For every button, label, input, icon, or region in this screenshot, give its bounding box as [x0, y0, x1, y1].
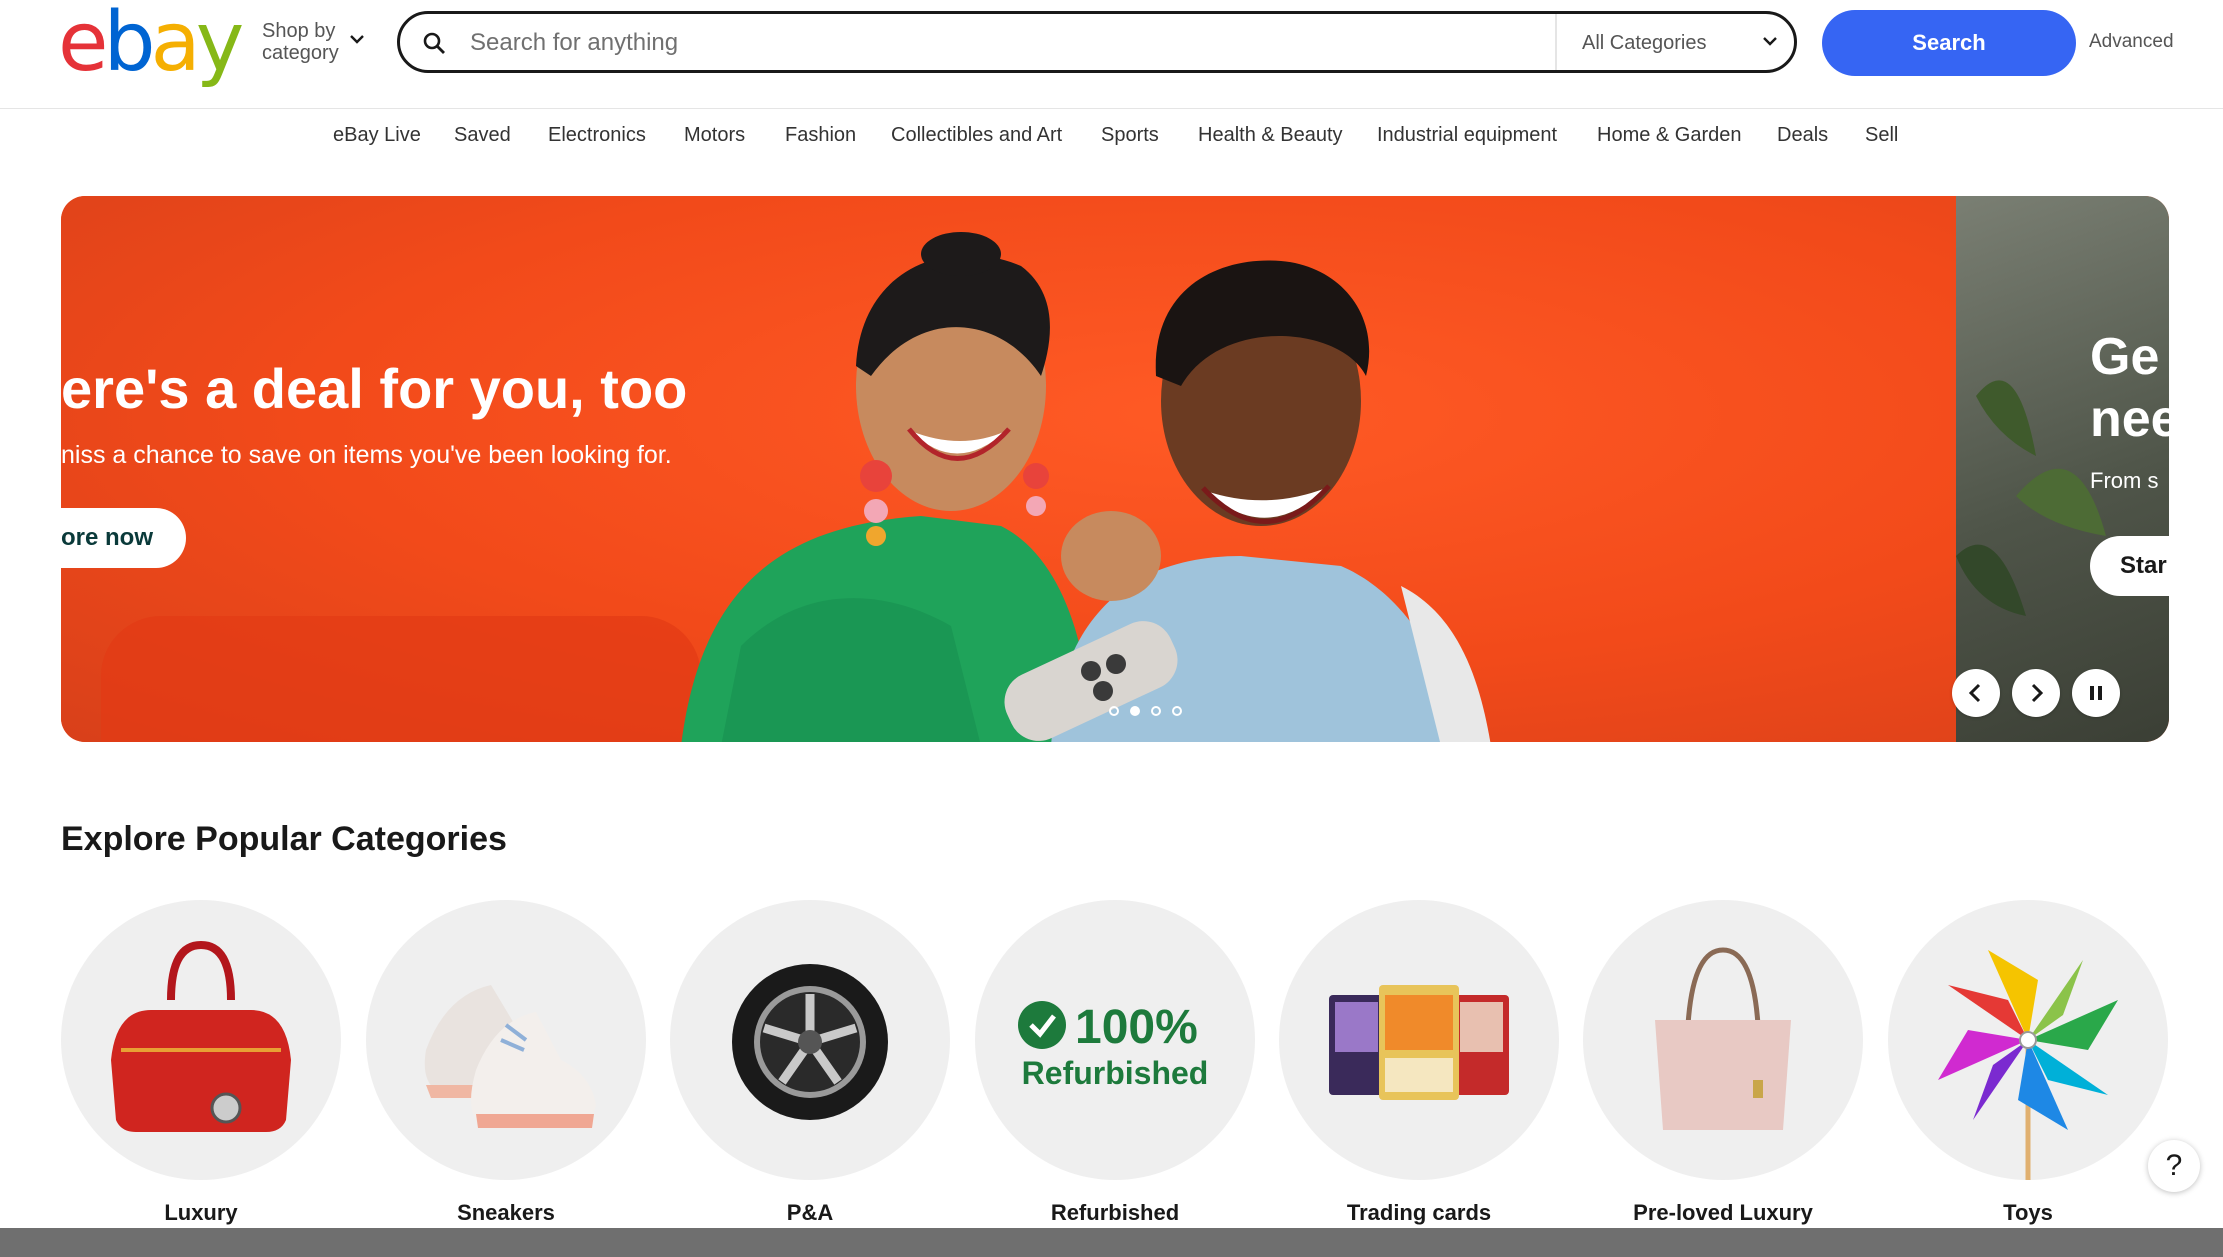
shop-by-category-label: Shop by category — [262, 20, 339, 64]
nav-item-motors[interactable]: Motors — [684, 124, 745, 147]
pink-tote-bag-icon — [1655, 947, 1791, 1130]
ebay-logo[interactable]: ebay — [58, 2, 244, 84]
nav-item-saved[interactable]: Saved — [454, 124, 511, 147]
nav-item-sell[interactable]: Sell — [1865, 124, 1898, 147]
search-button[interactable]: Search — [1822, 10, 2076, 76]
chevron-down-icon — [1763, 37, 1777, 46]
hero-headline: ere's a deal for you, too — [61, 357, 688, 420]
bottom-bar — [0, 1228, 2223, 1257]
next-slide-subtitle: From s — [2090, 468, 2159, 493]
category-pre-loved-luxury[interactable]: Pre-loved Luxury — [1583, 900, 1863, 1230]
search-bar: All Categories — [397, 11, 1797, 73]
car-wheel-icon — [732, 964, 888, 1120]
category-toys[interactable]: Toys — [1888, 900, 2168, 1230]
hero-couch — [101, 616, 701, 742]
carousel-prev-button[interactable] — [1952, 669, 2000, 717]
hero-cta-button[interactable]: ore now — [61, 508, 186, 568]
category-image — [366, 900, 646, 1180]
category-label: P&A — [786, 1200, 834, 1225]
nav-item-home-garden[interactable]: Home & Garden — [1597, 124, 1742, 147]
refurbished-percent: 100% — [1075, 1001, 1198, 1054]
category-label: Sneakers — [457, 1200, 555, 1225]
red-handbag-icon — [111, 940, 291, 1132]
carousel-next-button[interactable] — [2012, 669, 2060, 717]
advanced-search-link[interactable]: Advanced — [2089, 31, 2174, 53]
category-image — [61, 900, 341, 1180]
category-label: Luxury — [164, 1200, 238, 1225]
nav-item-sports[interactable]: Sports — [1101, 124, 1159, 147]
category-label: Toys — [2003, 1200, 2053, 1225]
nav-item-industrial[interactable]: Industrial equipment — [1377, 124, 1557, 147]
category-trading-cards[interactable]: Trading cards — [1279, 900, 1559, 1230]
category-image: 100% Refurbished — [975, 900, 1255, 1180]
category-image — [670, 900, 950, 1180]
hero-people-image — [681, 232, 1491, 742]
category-image — [1583, 900, 1863, 1180]
category-image — [1888, 900, 2168, 1180]
category-image — [1279, 900, 1559, 1180]
hero-carousel[interactable]: ere's a deal for you, too niss a chance … — [61, 196, 2169, 742]
category-label: Pre-loved Luxury — [1633, 1200, 1813, 1225]
refurbished-badge-text: Refurbished — [1021, 1055, 1209, 1091]
trading-cards-icon — [1329, 985, 1509, 1100]
category-label: Trading cards — [1346, 1200, 1492, 1225]
category-sneakers[interactable]: Sneakers — [366, 900, 646, 1230]
next-slide-title: Ge nee — [2090, 328, 2169, 448]
search-input[interactable] — [468, 24, 1522, 62]
category-refurbished[interactable]: 100% Refurbished Refurbished — [975, 900, 1255, 1230]
nav-item-ebay-live[interactable]: eBay Live — [333, 124, 421, 147]
pinwheel-icon — [1938, 950, 2118, 1180]
header-divider — [0, 108, 2223, 109]
next-slide-cta-button[interactable]: Star — [2090, 536, 2169, 596]
category-luxury[interactable]: Luxury — [61, 900, 341, 1230]
carousel-dot[interactable] — [1151, 706, 1161, 716]
nav-item-fashion[interactable]: Fashion — [785, 124, 856, 147]
nav-item-health-beauty[interactable]: Health & Beauty — [1198, 124, 1343, 147]
chevron-right-icon — [2031, 683, 2044, 703]
chevron-down-icon — [350, 35, 364, 44]
nav-item-electronics[interactable]: Electronics — [548, 124, 646, 147]
carousel-dot[interactable] — [1109, 706, 1119, 716]
hero-subline: niss a chance to save on items you've be… — [61, 441, 672, 469]
category-label: Refurbished — [1050, 1200, 1180, 1225]
search-icon — [423, 32, 445, 54]
chevron-left-icon — [1968, 683, 1981, 703]
category-select[interactable]: All Categories — [1582, 32, 1707, 55]
carousel-dot[interactable] — [1172, 706, 1182, 716]
search-divider — [1555, 14, 1557, 70]
sneakers-icon — [424, 985, 596, 1128]
help-button[interactable]: ? — [2148, 1140, 2200, 1192]
nav-item-collectibles[interactable]: Collectibles and Art — [891, 124, 1062, 147]
carousel-dot-active[interactable] — [1130, 706, 1140, 716]
category-nav: eBay Live Saved Electronics Motors Fashi… — [0, 124, 2223, 150]
section-title: Explore Popular Categories — [61, 820, 507, 858]
pause-icon — [2090, 686, 2102, 700]
nav-item-deals[interactable]: Deals — [1777, 124, 1828, 147]
category-pa[interactable]: P&A — [670, 900, 950, 1230]
carousel-pause-button[interactable] — [2072, 669, 2120, 717]
shop-by-category-button[interactable]: Shop by category — [262, 20, 372, 64]
